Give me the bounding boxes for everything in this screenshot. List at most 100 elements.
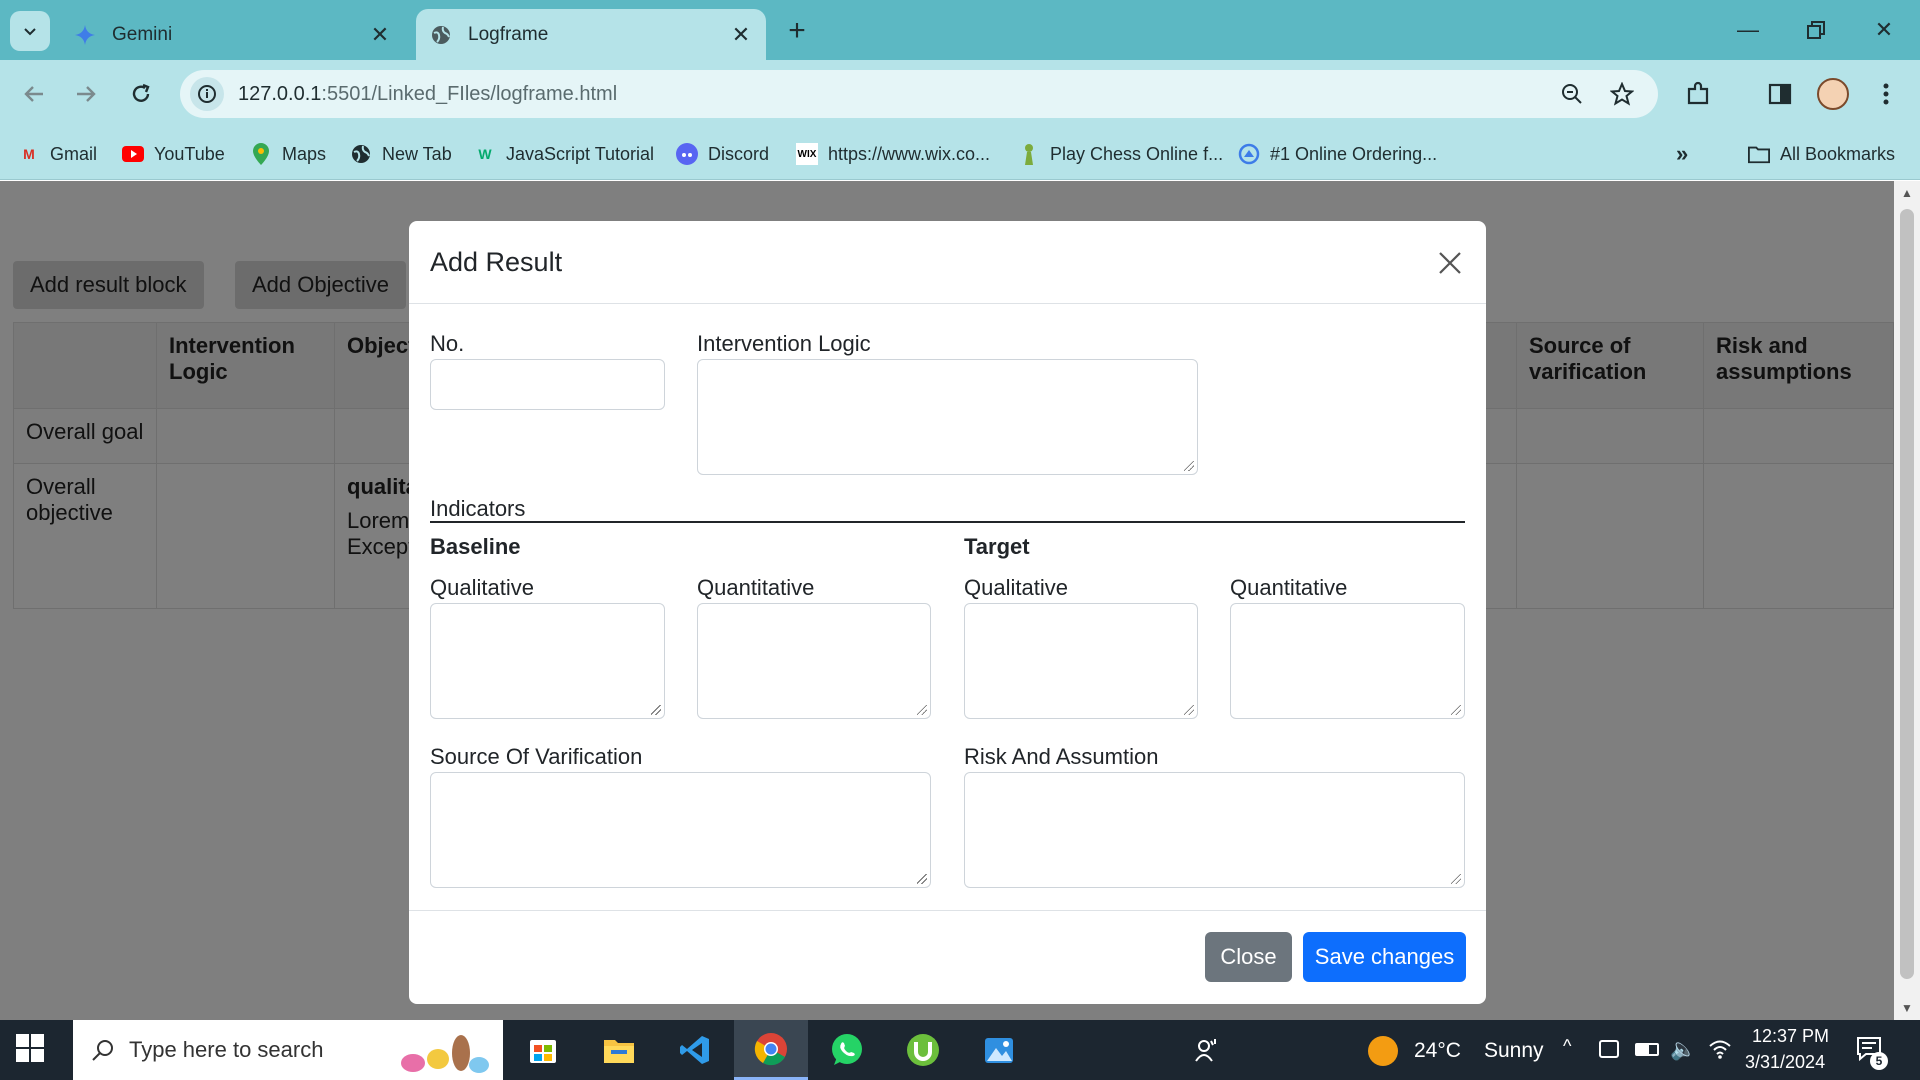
vscode-icon[interactable]	[658, 1020, 732, 1080]
add-result-modal: Add Result No. Intervention Logic Indica…	[409, 221, 1486, 1004]
baseline-heading: Baseline	[430, 534, 521, 559]
all-bookmarks[interactable]: All Bookmarks	[1748, 140, 1895, 168]
chrome-icon[interactable]	[734, 1020, 808, 1080]
bookmark-star-icon[interactable]	[1606, 78, 1638, 110]
scroll-down-icon[interactable]: ▼	[1894, 996, 1920, 1020]
intervention-logic-textarea[interactable]	[697, 359, 1198, 475]
wix-icon: WIX	[796, 143, 818, 165]
weather-condition: Sunny	[1484, 1039, 1544, 1062]
bookmark-javascript-tutorial[interactable]: W JavaScript Tutorial	[474, 140, 654, 168]
globe-icon	[430, 24, 452, 46]
close-window-icon[interactable]: ✕	[1862, 12, 1906, 48]
target-qualitative-textarea[interactable]	[964, 603, 1198, 719]
target-qualitative-label: Qualitative	[964, 575, 1068, 600]
tab-strip: Gemini ✕ Logframe ✕ + — ✕	[0, 0, 1920, 60]
intervention-logic-label: Intervention Logic	[697, 331, 871, 356]
target-heading: Target	[964, 534, 1030, 559]
site-info-icon[interactable]	[190, 77, 224, 111]
bookmark-chess[interactable]: Play Chess Online f...	[1018, 140, 1223, 168]
utorrent-icon[interactable]	[886, 1020, 960, 1080]
indicators-heading: Indicators	[430, 496, 526, 521]
side-panel-icon[interactable]	[1762, 76, 1798, 112]
page-scrollbar[interactable]: ▲ ▼	[1894, 181, 1920, 1020]
save-changes-button[interactable]: Save changes	[1303, 932, 1466, 982]
menu-kebab-icon[interactable]	[1868, 76, 1904, 112]
folder-icon	[1748, 143, 1770, 165]
bookmark-maps[interactable]: Maps	[250, 140, 326, 168]
modal-title: Add Result	[430, 247, 563, 277]
target-quantitative-textarea[interactable]	[1230, 603, 1465, 719]
indicators-divider	[430, 521, 1465, 523]
new-tab-button[interactable]: +	[780, 14, 814, 48]
scrollbar-thumb[interactable]	[1900, 209, 1914, 979]
meet-now-icon[interactable]	[1599, 1040, 1619, 1058]
copilot-people-icon[interactable]	[1170, 1020, 1244, 1080]
modal-footer: Close Save changes	[409, 910, 1486, 1004]
bookmark-youtube[interactable]: YouTube	[122, 140, 225, 168]
taskbar-search-box[interactable]: Type here to search	[73, 1020, 503, 1080]
address-bar[interactable]: 127.0.0.1:5501/Linked_FIles/logframe.htm…	[180, 70, 1658, 118]
forward-icon[interactable]	[66, 74, 106, 114]
source-label: Source Of Varification	[430, 744, 643, 769]
no-input[interactable]	[430, 359, 665, 410]
restore-icon[interactable]	[1794, 12, 1838, 48]
risk-textarea[interactable]	[964, 772, 1465, 888]
tab-search-button[interactable]	[10, 11, 50, 51]
back-icon[interactable]	[14, 74, 54, 114]
tab-logframe[interactable]: Logframe ✕	[416, 9, 766, 60]
weather-sun-icon[interactable]	[1368, 1036, 1398, 1066]
zoom-icon[interactable]	[1556, 78, 1588, 110]
extensions-icon[interactable]	[1680, 76, 1716, 112]
more-bookmarks-icon[interactable]: »	[1676, 140, 1688, 168]
easter-eggs-icon	[393, 1025, 493, 1075]
windows-start-icon[interactable]	[16, 1034, 48, 1066]
chevron-up-icon[interactable]: ^	[1563, 1036, 1571, 1057]
baseline-quantitative-label: Quantitative	[697, 575, 815, 600]
close-tab-icon[interactable]: ✕	[726, 20, 756, 50]
tab-gemini[interactable]: Gemini ✕	[60, 9, 405, 60]
clock-time[interactable]: 12:37 PM	[1752, 1026, 1829, 1047]
gemini-sparkle-icon	[74, 24, 96, 46]
wifi-icon[interactable]	[1708, 1038, 1732, 1065]
whatsapp-icon[interactable]	[810, 1020, 884, 1080]
gmail-icon: M	[23, 146, 35, 162]
file-explorer-icon[interactable]	[582, 1020, 656, 1080]
bookmark-gmail[interactable]: M Gmail	[18, 140, 97, 168]
globe-icon	[350, 143, 372, 165]
source-textarea[interactable]	[430, 772, 931, 888]
bookmark-new-tab[interactable]: New Tab	[350, 140, 452, 168]
baseline-qualitative-label: Qualitative	[430, 575, 534, 600]
baseline-quantitative-textarea[interactable]	[697, 603, 931, 719]
battery-icon[interactable]	[1635, 1043, 1659, 1056]
close-button[interactable]: Close	[1205, 932, 1292, 982]
url-text: 127.0.0.1:5501/Linked_FIles/logframe.htm…	[238, 82, 618, 105]
chess-pawn-icon	[1018, 143, 1040, 165]
search-icon	[92, 1040, 113, 1061]
photos-icon[interactable]	[962, 1020, 1036, 1080]
bookmarks-bar: M Gmail YouTube Maps New Tab W JavaScript …	[0, 128, 1920, 180]
risk-label: Risk And Assumtion	[964, 744, 1159, 769]
bookmark-wix[interactable]: WIX https://www.wix.co...	[796, 140, 990, 168]
browser-toolbar: 127.0.0.1:5501/Linked_FIles/logframe.htm…	[0, 60, 1920, 128]
profile-avatar[interactable]	[1815, 76, 1851, 112]
reload-icon[interactable]	[121, 74, 161, 114]
close-icon[interactable]	[1430, 243, 1470, 283]
bookmark-online-ordering[interactable]: #1 Online Ordering...	[1238, 140, 1437, 168]
no-label: No.	[430, 331, 465, 356]
volume-icon[interactable]: 🔈	[1670, 1038, 1696, 1062]
clock-date[interactable]: 3/31/2024	[1745, 1052, 1825, 1073]
chevron-down-icon	[24, 28, 36, 36]
baseline-qualitative-textarea[interactable]	[430, 603, 665, 719]
bookmark-discord[interactable]: Discord	[676, 140, 769, 168]
microsoft-store-icon[interactable]	[506, 1020, 580, 1080]
tab-title: Gemini	[112, 23, 173, 45]
minimize-icon[interactable]: —	[1726, 12, 1770, 48]
discord-icon	[676, 143, 698, 165]
modal-header: Add Result	[409, 221, 1486, 304]
scroll-up-icon[interactable]: ▲	[1894, 181, 1920, 205]
maps-pin-icon	[250, 143, 272, 165]
target-quantitative-label: Quantitative	[1230, 575, 1348, 600]
w3schools-icon: W	[478, 146, 492, 162]
tab-title: Logframe	[468, 23, 549, 45]
close-tab-icon[interactable]: ✕	[365, 20, 395, 50]
